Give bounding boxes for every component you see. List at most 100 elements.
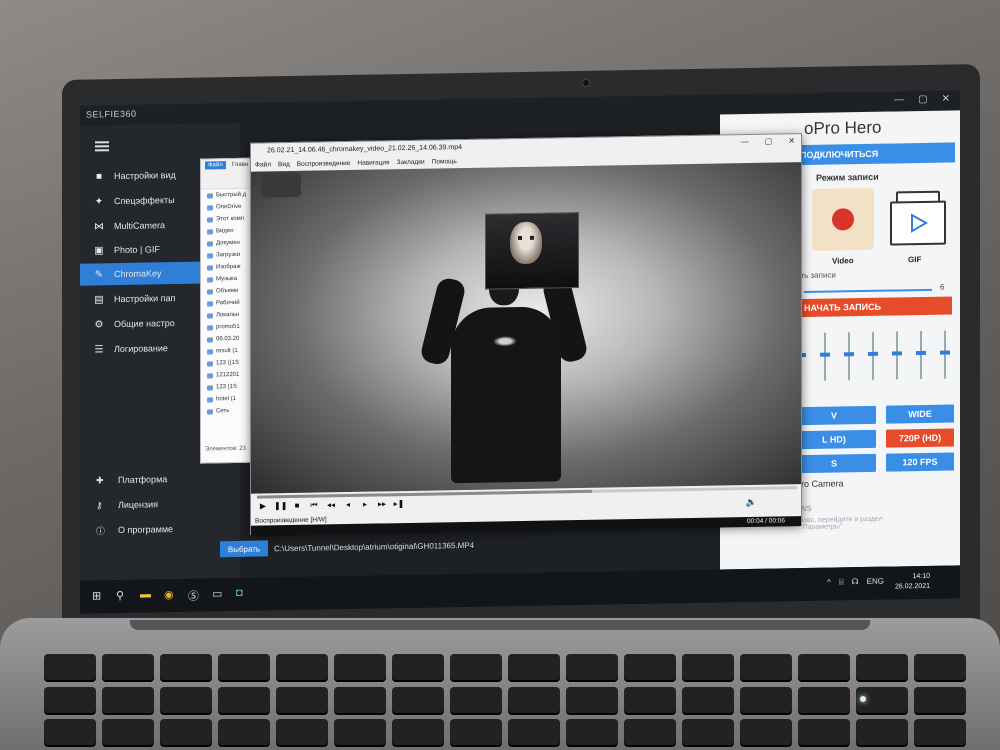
keyboard-key (624, 686, 676, 713)
explorer-status: Элементов: 23 (205, 445, 246, 453)
video-frame[interactable] (251, 162, 801, 494)
eq-slider[interactable] (820, 332, 830, 381)
gear-icon: ⚙ (94, 318, 104, 330)
sidebar-item-about[interactable]: ⓘ О программе (80, 518, 240, 541)
keyboard-key (798, 654, 850, 680)
multicamera-icon: ⋈ (94, 220, 104, 232)
keyboard-key (682, 654, 734, 680)
chevron-up-icon[interactable]: ^ (827, 578, 831, 588)
duration-slider[interactable] (804, 288, 932, 294)
menu-playback[interactable]: Воспроизведение (297, 160, 351, 168)
keyboard-key (566, 686, 618, 713)
power-led (860, 696, 866, 702)
option-button[interactable]: V (792, 405, 876, 426)
person-figure (451, 306, 561, 484)
menu-bookmarks[interactable]: Закладки (397, 159, 425, 166)
keyboard-key (914, 686, 966, 713)
maximize-button[interactable]: ▢ (765, 137, 773, 146)
keyboard-key (856, 654, 908, 680)
menu-file[interactable]: Файл (255, 161, 271, 168)
play-button[interactable]: ▶ (257, 501, 269, 511)
explorer-item-label: Докумен (216, 239, 240, 247)
explorer-item-label: Видео (216, 228, 234, 235)
log-icon: ☰ (94, 343, 104, 355)
sidebar-item-label: Лицензия (118, 499, 158, 511)
stop-button[interactable]: ■ (291, 501, 303, 511)
hamburger-menu-icon[interactable] (95, 141, 109, 152)
media-player-window: 26.02.21_14.06.46_chromakey_video_21.02.… (250, 133, 802, 536)
keyboard-key (276, 719, 328, 746)
fast-forward-button[interactable]: ▸▸ (376, 499, 388, 509)
close-button[interactable]: ✕ (788, 136, 795, 145)
network-icon[interactable]: ⌸ (839, 577, 844, 587)
camera-rig (261, 172, 301, 198)
folder-icon (207, 396, 213, 402)
sidebar-item-label: Настройки пап (114, 293, 176, 305)
sidebar-item-platform[interactable]: ✚ Платформа (80, 468, 240, 491)
step-back-button[interactable]: ◂ (342, 500, 354, 510)
file-explorer-icon[interactable]: ▬ (140, 588, 151, 600)
choose-file-button[interactable]: Выбрать (220, 540, 268, 558)
sidebar-item-license[interactable]: ⚷ Лицензия (80, 493, 240, 516)
keyboard-key (682, 686, 734, 713)
slider-handle[interactable] (940, 350, 950, 355)
maximize-button[interactable]: ▢ (918, 94, 927, 105)
activation-hint: зовс, перейдите в раздел "Параметры" (800, 515, 883, 532)
rewind-button[interactable]: ◂◂ (325, 500, 337, 510)
keyboard-key (740, 719, 792, 746)
slider-handle[interactable] (892, 350, 902, 356)
minimize-button[interactable]: — (894, 94, 904, 105)
eq-slider[interactable] (868, 331, 878, 380)
close-button[interactable]: ✕ (942, 94, 950, 105)
option-button[interactable]: L HD) (792, 429, 876, 450)
folder-icon (207, 336, 213, 342)
sidebar-item-label: Photo | GIF (114, 244, 160, 256)
eq-slider[interactable] (916, 331, 926, 380)
tab-home[interactable]: Главн (229, 160, 252, 170)
slider-handle[interactable] (820, 352, 830, 357)
webcam-icon (582, 78, 590, 87)
chrome-icon[interactable]: ◉ (164, 588, 174, 601)
menu-help[interactable]: Помощь (432, 158, 457, 165)
slider-handle[interactable] (868, 351, 878, 356)
windows-start-icon[interactable]: ⊞ (92, 589, 101, 602)
selfie360-icon[interactable]: Ⓢ (188, 588, 199, 604)
wide-button[interactable]: WIDE (886, 404, 954, 424)
option-button[interactable]: S (792, 453, 876, 474)
volume-icon[interactable]: 🔈 (746, 497, 757, 508)
sidebar-item-label: Настройки вид (114, 170, 176, 182)
search-icon[interactable]: ⚲ (116, 589, 124, 602)
keyboard-key (44, 654, 96, 680)
eq-slider[interactable] (940, 330, 950, 379)
eq-slider[interactable] (892, 331, 902, 380)
gif-mode-tile[interactable] (886, 187, 948, 250)
step-forward-button[interactable]: ▸ (359, 500, 371, 510)
keyboard-key (508, 654, 560, 680)
tab-file[interactable]: Файл (205, 161, 226, 170)
skip-back-button[interactable]: ⏮ (308, 501, 320, 511)
menu-view[interactable]: Вид (278, 161, 290, 168)
app-icon[interactable]: ◘ (236, 587, 243, 599)
video-mode-tile[interactable] (812, 187, 874, 251)
player-icon[interactable]: ▭ (212, 587, 222, 600)
keyboard-key (160, 654, 212, 680)
laptop-hinge (130, 620, 870, 630)
720p-button[interactable]: 720P (HD) (886, 428, 954, 448)
eq-slider[interactable] (844, 332, 854, 381)
slider-handle[interactable] (844, 351, 854, 356)
folder-icon (207, 216, 213, 222)
volume-icon[interactable]: ☊ (852, 577, 859, 587)
120fps-button[interactable]: 120 FPS (886, 452, 954, 472)
player-menubar: Файл Вид Воспроизведение Навигация Закла… (255, 158, 457, 169)
clock[interactable]: 14:10 26.02.2021 (895, 572, 930, 593)
slider-handle[interactable] (916, 350, 926, 355)
keyboard-key (218, 719, 270, 746)
next-frame-button[interactable]: ▸❚ (393, 499, 405, 509)
start-record-button[interactable]: НАЧАТЬ ЗАПИСЬ (792, 296, 952, 318)
pause-button[interactable]: ❚❚ (274, 501, 287, 511)
menu-navigation[interactable]: Навигация (357, 159, 389, 167)
platform-icon: ✚ (96, 474, 104, 485)
language-indicator[interactable]: ENG (867, 577, 884, 587)
minimize-button[interactable]: — (741, 137, 749, 146)
effects-icon: ✦ (94, 195, 104, 207)
